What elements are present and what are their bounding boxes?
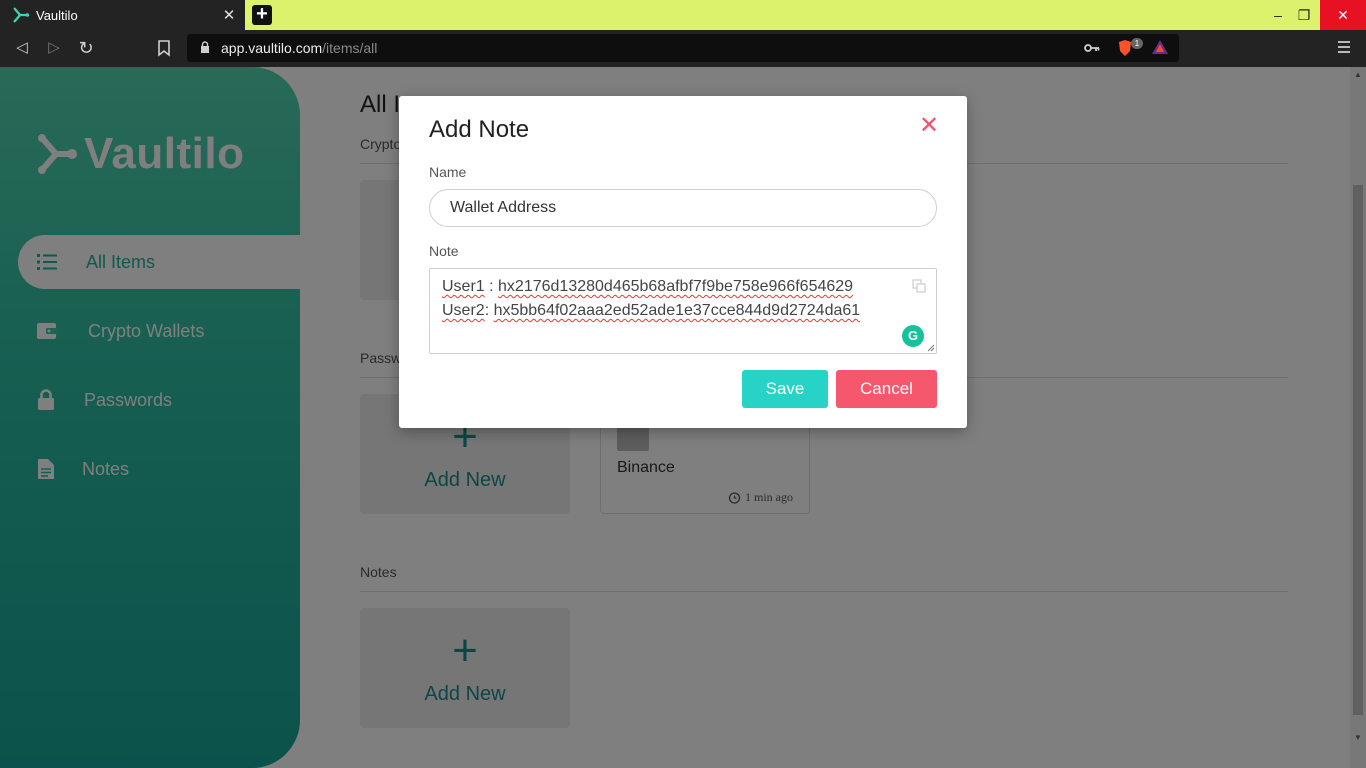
brave-rewards-icon[interactable] <box>1151 39 1169 55</box>
cancel-button[interactable]: Cancel <box>836 370 937 408</box>
note-line-separator: : <box>484 278 499 295</box>
note-label: Note <box>429 243 459 259</box>
browser-menu-icon[interactable] <box>1336 40 1352 54</box>
restore-button[interactable]: ❐ <box>1287 0 1321 30</box>
note-line-separator: : <box>484 302 494 319</box>
name-input[interactable] <box>429 189 937 227</box>
tab-close-icon[interactable]: ✕ <box>221 6 237 24</box>
note-line-value: hx2176d13280d465b68afbf7f9be758e966f6546… <box>498 278 854 295</box>
new-tab-button[interactable]: + <box>252 4 272 25</box>
note-line-value: hx5bb64f02aaa2ed52ade1e37cce844d9d2724da… <box>493 302 861 319</box>
note-line: User2: hx5bb64f02aaa2ed52ade1e37cce844d9… <box>442 302 860 320</box>
browser-tab-strip: Vaultilo ✕ + – ❐ ✕ <box>0 0 1366 30</box>
resize-handle-icon[interactable] <box>927 344 935 352</box>
reload-button[interactable]: ↻ <box>76 38 96 58</box>
url-host: app.vaultilo.com <box>221 40 323 56</box>
save-button[interactable]: Save <box>742 370 828 408</box>
copy-icon[interactable] <box>912 279 926 293</box>
modal-title: Add Note <box>429 116 530 143</box>
brave-shield-badge: 1 <box>1131 38 1143 49</box>
browser-tab[interactable]: Vaultilo ✕ <box>0 0 245 30</box>
secure-lock-icon <box>201 41 209 53</box>
key-icon[interactable] <box>1084 41 1100 55</box>
note-textarea[interactable]: User1 : hx2176d13280d465b68afbf7f9be758e… <box>429 268 937 354</box>
bookmark-icon[interactable] <box>156 39 172 57</box>
window-close-button[interactable]: ✕ <box>1320 0 1366 30</box>
close-icon[interactable]: ✕ <box>918 114 940 138</box>
vaultilo-favicon-icon <box>13 7 30 23</box>
grammarly-icon[interactable]: G <box>902 325 924 347</box>
note-line: User1 : hx2176d13280d465b68afbf7f9be758e… <box>442 278 853 296</box>
note-line-prefix: User1 <box>442 278 485 295</box>
add-note-modal: Add Note ✕ Name Note User1 : hx2176d1328… <box>399 96 967 428</box>
back-button[interactable]: ◁ <box>12 38 32 58</box>
url-text[interactable]: app.vaultilo.com/items/all <box>221 40 377 56</box>
tab-title: Vaultilo <box>36 7 78 23</box>
name-label: Name <box>429 164 467 180</box>
url-path: /items/all <box>322 40 378 56</box>
forward-button[interactable]: ▷ <box>44 38 64 58</box>
note-line-prefix: User2 <box>442 302 485 319</box>
